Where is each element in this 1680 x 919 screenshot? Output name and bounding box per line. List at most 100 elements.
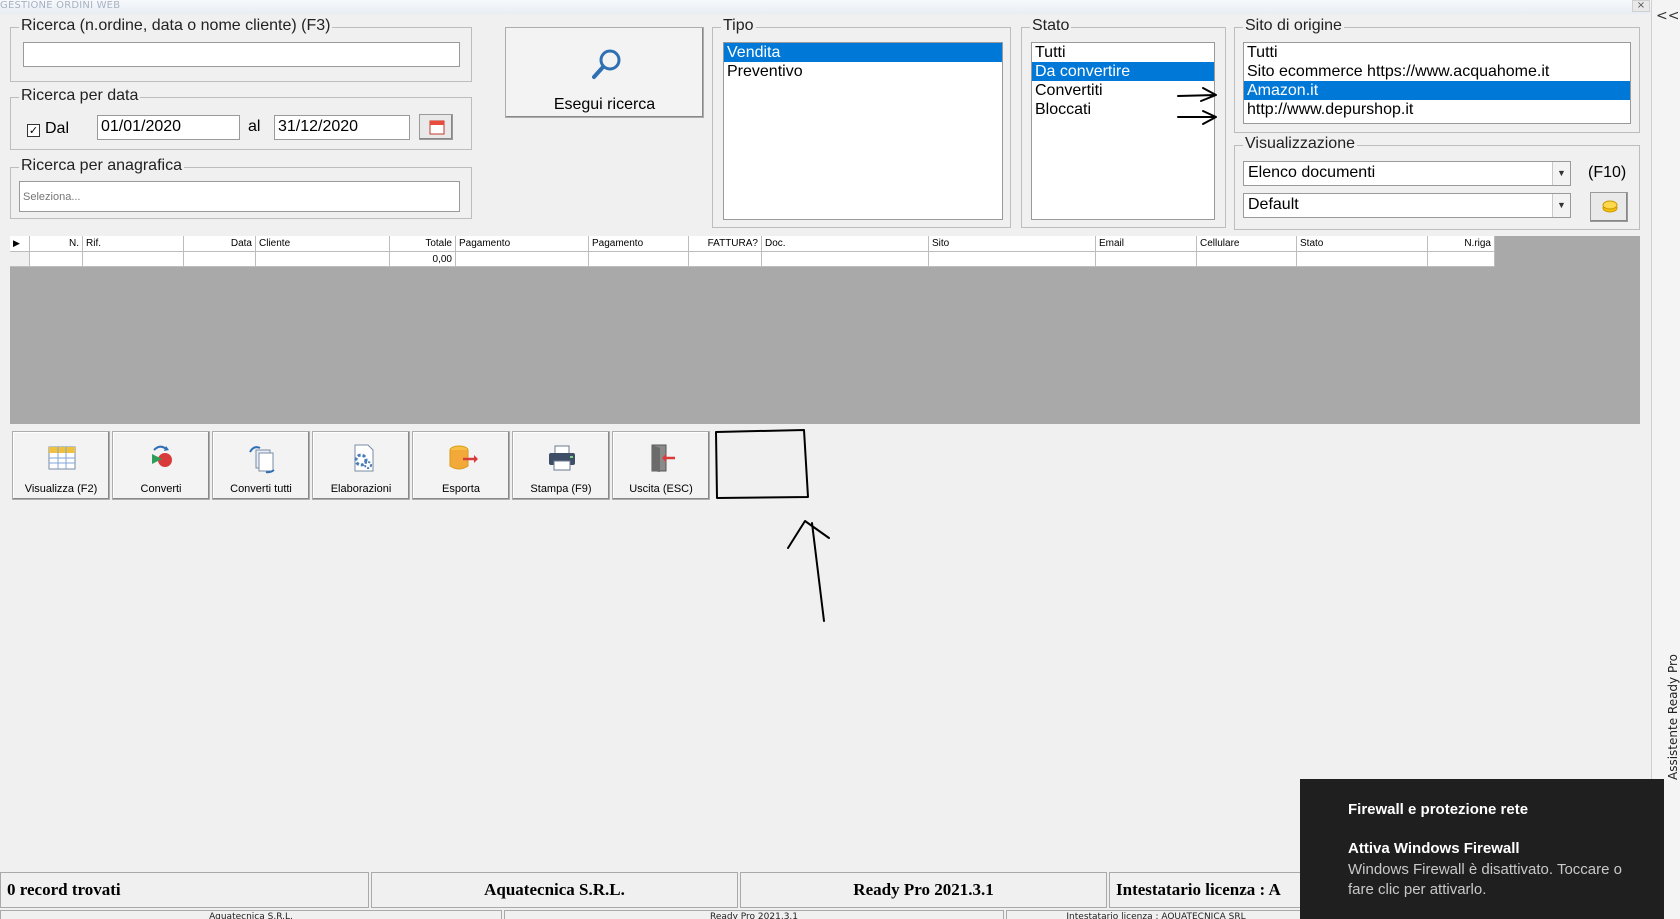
convert-all-button[interactable]: Converti tutti	[212, 431, 310, 500]
search-group-label: Ricerca (n.ordine, data o nome cliente) …	[19, 17, 333, 35]
table-cell[interactable]	[256, 252, 390, 267]
status2-version: Ready Pro 2021.3.1	[504, 910, 1004, 919]
view-label: Visualizzazione	[1243, 135, 1357, 153]
stato-option[interactable]: Tutti	[1032, 43, 1214, 62]
processing-button[interactable]: Elaborazioni	[312, 431, 410, 500]
calendar-button[interactable]	[419, 114, 453, 140]
sito-option[interactable]: Sito ecommerce https://www.acquahome.it	[1244, 62, 1630, 81]
column-header[interactable]: Rif.	[83, 236, 184, 252]
dal-label: Dal	[45, 120, 70, 137]
export-icon	[449, 445, 478, 470]
anagrafica-input[interactable]	[19, 181, 460, 212]
annotation-arrow	[787, 520, 830, 622]
table-cell[interactable]	[589, 252, 689, 267]
tipo-option[interactable]: Vendita	[724, 43, 1002, 62]
status-version: Ready Pro 2021.3.1	[740, 872, 1107, 908]
exit-button-label: Uscita (ESC)	[629, 483, 693, 495]
run-search-label: Esegui ricerca	[553, 96, 656, 113]
convert-icon	[152, 445, 172, 467]
sito-option[interactable]: http://www.depurshop.it	[1244, 100, 1630, 119]
notification-heading: Firewall e protezione rete	[1348, 801, 1529, 818]
convert-button[interactable]: Converti	[112, 431, 210, 500]
table-cell[interactable]	[762, 252, 929, 267]
table-cell[interactable]	[83, 252, 184, 267]
export-button[interactable]: Esporta	[412, 431, 510, 500]
column-header[interactable]: Sito	[929, 236, 1096, 252]
column-header[interactable]: Doc.	[762, 236, 929, 252]
assistant-label[interactable]: Assistente Ready Pro	[1666, 654, 1680, 780]
table-cell[interactable]	[30, 252, 83, 267]
column-header[interactable]: Pagamento	[456, 236, 589, 252]
table-cell[interactable]	[184, 252, 256, 267]
stato-option[interactable]: Bloccati	[1032, 100, 1214, 119]
firewall-notification[interactable]: Firewall e protezione rete Attiva Window…	[1300, 779, 1664, 919]
stato-listbox[interactable]: Tutti Da convertire Convertiti Bloccati	[1031, 42, 1215, 220]
stato-label: Stato	[1030, 17, 1072, 35]
export-button-label: Esporta	[442, 483, 480, 495]
column-header[interactable]: Pagamento	[589, 236, 689, 252]
sito-listbox[interactable]: Tutti Sito ecommerce https://www.acquaho…	[1243, 42, 1631, 124]
view-button[interactable]: Visualizza (F2)	[12, 431, 110, 500]
exit-icon	[651, 444, 675, 472]
column-header[interactable]: Cliente	[256, 236, 390, 252]
sito-option[interactable]: Amazon.it	[1244, 81, 1630, 100]
date-search-label: Ricerca per data	[19, 87, 141, 105]
table-cell[interactable]	[1428, 252, 1495, 267]
view-options-button[interactable]	[1590, 192, 1628, 222]
grid-view-icon	[48, 446, 76, 470]
al-label: al	[248, 118, 261, 135]
dal-checkbox[interactable]: ✓	[27, 124, 40, 137]
table-cell[interactable]	[1197, 252, 1297, 267]
column-header[interactable]: Stato	[1297, 236, 1428, 252]
table-cell[interactable]	[1096, 252, 1197, 267]
table-row[interactable]: 0,00	[10, 252, 1495, 267]
exit-button[interactable]: Uscita (ESC)	[612, 431, 710, 500]
column-header[interactable]: Cellulare	[1197, 236, 1297, 252]
column-header[interactable]: Email	[1096, 236, 1197, 252]
table-cell[interactable]	[456, 252, 589, 267]
processing-button-label: Elaborazioni	[330, 483, 392, 495]
row-selector-icon[interactable]: ▶	[10, 236, 30, 252]
tipo-listbox[interactable]: Vendita Preventivo	[723, 42, 1003, 220]
calendar-icon	[429, 120, 445, 135]
table-cell[interactable]	[1297, 252, 1428, 267]
convert-all-icon	[249, 446, 275, 474]
annotation-rectangle	[715, 429, 809, 499]
stato-group: Stato Tutti Da convertire Convertiti Blo…	[1021, 17, 1226, 228]
status2-company: Aquatecnica S.R.L.	[0, 910, 502, 919]
print-button[interactable]: Stampa (F9)	[512, 431, 610, 500]
chevron-down-icon[interactable]: ▼	[1552, 162, 1570, 185]
column-header[interactable]: Data	[184, 236, 256, 252]
stato-option[interactable]: Da convertire	[1032, 62, 1214, 81]
search-group: Ricerca (n.ordine, data o nome cliente) …	[10, 17, 472, 82]
view-button-label: Visualizza (F2)	[24, 483, 98, 495]
column-header[interactable]: Totale	[390, 236, 456, 252]
table-cell[interactable]	[689, 252, 762, 267]
print-button-label: Stampa (F9)	[530, 483, 592, 495]
search-input[interactable]	[23, 42, 460, 67]
table-cell[interactable]: 0,00	[390, 252, 456, 267]
orders-grid[interactable]: ▶ N. Rif. Data Cliente Totale Pagamento …	[10, 236, 1640, 424]
collapse-panel-button[interactable]: <<	[1656, 8, 1679, 32]
action-toolbar: Visualizza (F2) Converti Converti tutti …	[12, 431, 712, 500]
column-header[interactable]: FATTURA?	[689, 236, 762, 252]
run-search-button[interactable]: Esegui ricerca	[505, 27, 704, 118]
sito-option[interactable]: Tutti	[1244, 43, 1630, 62]
column-header[interactable]: N.	[30, 236, 83, 252]
view-mode-select[interactable]: Elenco documenti ▼	[1243, 161, 1571, 186]
stato-option[interactable]: Convertiti	[1032, 81, 1214, 100]
close-window-button[interactable]: ×	[1632, 0, 1650, 12]
notification-title: Attiva Windows Firewall	[1348, 840, 1520, 857]
chevron-down-icon[interactable]: ▼	[1552, 194, 1570, 217]
date-search-group: Ricerca per data ✓ Dal 01/01/2020 al 31/…	[10, 87, 472, 150]
tipo-option[interactable]: Preventivo	[724, 62, 1002, 81]
coin-stack-icon	[1602, 200, 1618, 213]
view-preset-select[interactable]: Default ▼	[1243, 193, 1571, 218]
date-from-input[interactable]: 01/01/2020	[97, 115, 240, 140]
view-hotkey-label: (F10)	[1588, 164, 1627, 181]
grid-header: ▶ N. Rif. Data Cliente Totale Pagamento …	[10, 236, 1495, 252]
row-selector[interactable]	[10, 252, 30, 267]
table-cell[interactable]	[929, 252, 1096, 267]
column-header[interactable]: N.riga	[1428, 236, 1495, 252]
date-to-input[interactable]: 31/12/2020	[274, 115, 410, 140]
